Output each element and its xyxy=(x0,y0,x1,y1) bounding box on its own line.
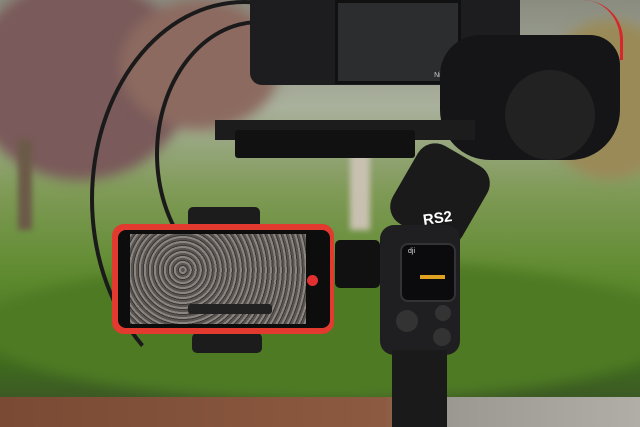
phone xyxy=(118,230,330,328)
gimbal-touchscreen: dji xyxy=(400,243,456,302)
phone-clamp-bottom xyxy=(192,333,262,353)
gimbal-grip xyxy=(392,350,447,410)
wooden-bench xyxy=(0,397,640,427)
joystick xyxy=(396,310,418,332)
gimbal-brand-logo: dji xyxy=(408,248,416,255)
photo-scene: Nikon RS2 dji xyxy=(0,0,640,427)
gimbal-motor-cap xyxy=(505,70,595,160)
record-shutter-button xyxy=(307,275,318,286)
record-button xyxy=(435,305,451,321)
accent-stripe xyxy=(520,0,623,60)
phone-app-toolbar xyxy=(188,304,272,314)
screen-menu-item xyxy=(420,275,445,279)
phone-holder-mount xyxy=(335,240,380,288)
mode-button xyxy=(433,328,451,346)
control-transmitter xyxy=(235,130,415,158)
tree-trunk xyxy=(18,140,32,230)
